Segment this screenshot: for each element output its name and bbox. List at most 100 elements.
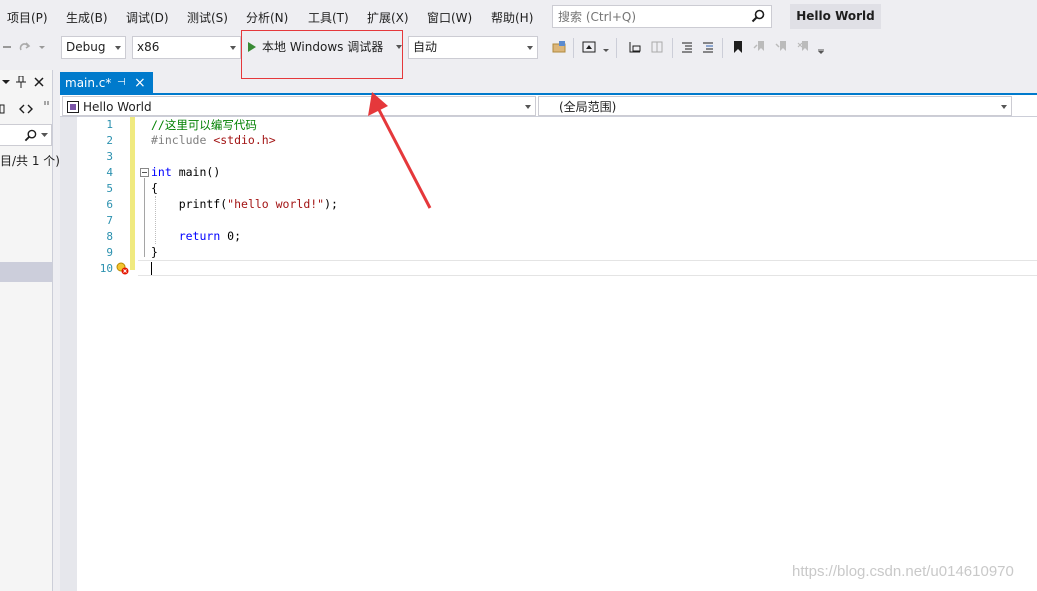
solution-explorer-panel: 目/共 1 个) bbox=[0, 70, 60, 591]
string-literal: "hello world!" bbox=[227, 197, 325, 211]
chevron-down-icon[interactable] bbox=[41, 133, 48, 138]
toolbar-separator bbox=[722, 38, 723, 58]
toolbar-separator bbox=[616, 38, 617, 58]
menu-bar: 项目(P) 生成(B) 调试(D) 测试(S) 分析(N) 工具(T) 扩展(X… bbox=[0, 0, 1037, 32]
bookmark-icon[interactable] bbox=[731, 40, 745, 54]
code-line[interactable]: printf("hello world!"); bbox=[151, 197, 338, 211]
comment-lines-icon[interactable] bbox=[680, 40, 694, 54]
search-icon[interactable] bbox=[751, 9, 765, 23]
platform-select[interactable]: x86 bbox=[132, 36, 241, 59]
watermark: https://blog.csdn.net/u014610970 bbox=[792, 563, 1014, 580]
collapse-block-icon[interactable] bbox=[140, 168, 149, 177]
toolbar: Debug x86 本地 Windows 调试器 自动 bbox=[0, 32, 1037, 62]
next-bookmark-icon[interactable] bbox=[775, 40, 789, 54]
line-number: 1 bbox=[106, 118, 113, 131]
member-scope-select[interactable]: (全局范围) bbox=[538, 96, 1012, 116]
folder-icon[interactable] bbox=[552, 40, 566, 54]
project-count-text: 目/共 1 个) bbox=[0, 154, 60, 168]
annotation-highlight-box bbox=[241, 30, 403, 79]
line-number: 6 bbox=[106, 198, 113, 211]
toolbar-separator bbox=[672, 38, 673, 58]
chevron-down-icon bbox=[527, 46, 533, 50]
menu-project[interactable]: 项目(P) bbox=[7, 9, 48, 26]
project-scope-select[interactable]: Hello World bbox=[62, 96, 536, 116]
current-line-highlight bbox=[138, 260, 1037, 276]
chevron-down-icon bbox=[230, 46, 236, 50]
nav-back-dropdown-icon[interactable] bbox=[2, 40, 12, 54]
redo-icon[interactable] bbox=[18, 40, 32, 54]
code-view-icon[interactable] bbox=[19, 104, 33, 114]
menu-test[interactable]: 测试(S) bbox=[187, 9, 228, 26]
menu-analyze[interactable]: 分析(N) bbox=[246, 9, 288, 26]
lightbulb-error-icon[interactable] bbox=[116, 262, 129, 275]
redo-dropdown-icon[interactable] bbox=[38, 40, 46, 54]
panel-menu-dropdown-icon[interactable] bbox=[2, 78, 10, 86]
configuration-value: Debug bbox=[66, 40, 106, 54]
close-tab-icon[interactable]: × bbox=[134, 72, 146, 94]
menu-tools[interactable]: 工具(T) bbox=[308, 9, 349, 26]
panel-tool-icon[interactable] bbox=[0, 104, 6, 114]
menu-build[interactable]: 生成(B) bbox=[66, 9, 108, 26]
line-number: 3 bbox=[106, 150, 113, 163]
line-number: 9 bbox=[106, 246, 113, 259]
clear-bookmarks-icon[interactable] bbox=[797, 40, 811, 54]
home-icon[interactable] bbox=[582, 40, 596, 54]
search-box[interactable] bbox=[552, 5, 772, 28]
code-editor[interactable] bbox=[60, 117, 1037, 591]
previous-bookmark-icon[interactable] bbox=[753, 40, 767, 54]
step-icon[interactable] bbox=[628, 40, 642, 54]
change-tracking-bar bbox=[130, 117, 135, 270]
toolbar-separator bbox=[573, 38, 574, 58]
selected-tree-item[interactable] bbox=[0, 262, 52, 282]
project-scope-value: Hello World bbox=[83, 100, 152, 114]
member-scope-value: (全局范围) bbox=[559, 100, 617, 114]
configuration-select[interactable]: Debug bbox=[61, 36, 126, 59]
menu-debug[interactable]: 调试(D) bbox=[126, 9, 169, 26]
navigation-bar: Hello World (全局范围) bbox=[60, 95, 1037, 117]
menu-help[interactable]: 帮助(H) bbox=[491, 9, 533, 26]
toolbar-overflow-icon[interactable] bbox=[817, 40, 825, 54]
run-mode-value: 自动 bbox=[413, 40, 438, 54]
panel-overflow-icon[interactable] bbox=[43, 101, 51, 107]
panel-search-box[interactable] bbox=[0, 124, 52, 146]
menu-extensions[interactable]: 扩展(X) bbox=[367, 9, 409, 26]
line-number: 4 bbox=[106, 166, 113, 179]
uncomment-lines-icon[interactable] bbox=[701, 40, 715, 54]
solution-name: Hello World bbox=[790, 4, 881, 29]
code-line[interactable]: { bbox=[151, 181, 158, 195]
annotation-arrow-icon bbox=[368, 92, 432, 209]
chevron-down-icon bbox=[525, 105, 531, 109]
close-panel-icon[interactable] bbox=[34, 77, 44, 87]
platform-value: x86 bbox=[137, 40, 160, 54]
pin-tab-icon[interactable]: ⊣ bbox=[117, 72, 126, 94]
include-directive: #include bbox=[151, 133, 214, 147]
project-icon bbox=[67, 101, 79, 113]
code-line[interactable]: return 0; bbox=[151, 229, 241, 243]
code-line[interactable]: //这里可以编写代码 bbox=[151, 117, 257, 133]
line-number: 5 bbox=[106, 182, 113, 195]
window-layout-icon[interactable] bbox=[650, 40, 664, 54]
line-number: 7 bbox=[106, 214, 113, 227]
outline-guide bbox=[144, 178, 145, 257]
text-caret bbox=[151, 262, 152, 275]
include-header: <stdio.h> bbox=[213, 133, 276, 147]
chevron-down-icon bbox=[1001, 105, 1007, 109]
line-number: 2 bbox=[106, 134, 113, 147]
search-input[interactable] bbox=[553, 6, 743, 27]
tab-main-c[interactable]: main.c* ⊣ × bbox=[60, 72, 153, 94]
line-number: 8 bbox=[106, 230, 113, 243]
code-line[interactable]: } bbox=[151, 245, 158, 259]
editor-margin bbox=[60, 117, 77, 591]
tab-label: main.c* bbox=[65, 76, 112, 90]
keyword: int bbox=[151, 165, 172, 179]
panel-toolbar bbox=[0, 98, 53, 120]
code-line[interactable]: #include <stdio.h> bbox=[151, 133, 276, 147]
menu-window[interactable]: 窗口(W) bbox=[427, 9, 472, 26]
dropdown-icon[interactable] bbox=[602, 40, 610, 54]
search-icon[interactable] bbox=[24, 129, 37, 142]
panel-header bbox=[0, 70, 53, 92]
run-mode-select[interactable]: 自动 bbox=[408, 36, 538, 59]
code-line[interactable]: int main() bbox=[151, 165, 220, 179]
pin-icon[interactable] bbox=[16, 76, 26, 88]
line-number: 10 bbox=[99, 262, 113, 275]
